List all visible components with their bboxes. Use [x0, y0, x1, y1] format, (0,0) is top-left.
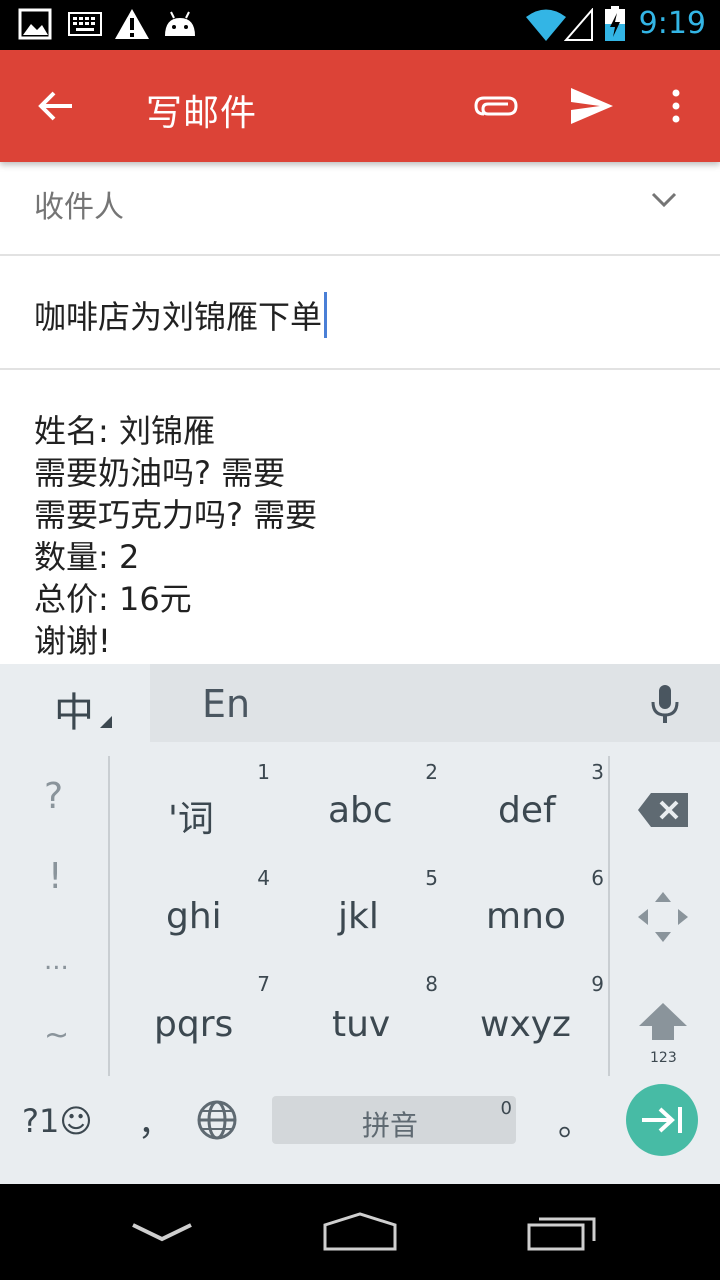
key-label: abc [328, 790, 393, 831]
divider [0, 368, 720, 370]
nav-recents-button[interactable] [518, 1202, 606, 1262]
tab-next-icon [642, 1107, 682, 1133]
key-number: 8 [425, 972, 438, 996]
android-debug-icon [165, 11, 195, 36]
keyboard-notification-icon [68, 12, 102, 36]
expand-recipients-button[interactable] [636, 176, 692, 224]
wifi-icon [526, 9, 566, 41]
recents-icon [527, 1217, 596, 1251]
key-number: 9 [591, 972, 604, 996]
body-line: 总价: 16元 [34, 580, 192, 618]
key-number: 2 [425, 760, 438, 784]
chevron-down-icon [651, 192, 677, 208]
status-clock: 9:19 [638, 6, 706, 41]
comma-key[interactable]: ， [138, 1096, 172, 1145]
backspace-key[interactable] [622, 780, 704, 840]
body-line: 需要奶油吗? 需要 [34, 454, 286, 492]
send-icon [571, 88, 613, 124]
enter-next-key[interactable] [626, 1084, 698, 1156]
key-label: mno [486, 896, 566, 937]
body-line: 谢谢! [34, 622, 111, 660]
home-icon [323, 1212, 397, 1251]
warning-icon [115, 9, 149, 39]
key-number: 3 [591, 760, 604, 784]
key-number: 1 [257, 760, 270, 784]
more-vert-icon [672, 89, 680, 123]
nav-back-button[interactable] [120, 1206, 204, 1258]
symbol-key-tilde[interactable]: ~ [44, 1018, 69, 1053]
symbols-emoji-key[interactable]: ?1☺ [22, 1102, 93, 1140]
chinese-mode-tab[interactable]: 中 [0, 664, 150, 742]
symbol-key-ellipsis[interactable]: ... [44, 946, 69, 976]
corner-triangle-icon [100, 716, 112, 728]
key-number: 7 [257, 972, 270, 996]
key-label: def [498, 790, 556, 831]
symbol-key-question[interactable]: ? [44, 776, 63, 817]
key-label: jkl [338, 896, 379, 937]
microphone-icon [651, 685, 679, 723]
key-9[interactable]: 9 wxyz [442, 968, 608, 1074]
signal-icon [564, 8, 593, 41]
attach-button[interactable] [466, 76, 526, 136]
subject-field[interactable]: 咖啡店为刘锦雁下单 [34, 292, 328, 338]
key-label: '词 [168, 799, 214, 840]
key-6[interactable]: 6 mno [442, 862, 608, 968]
status-bar: 9:19 [0, 0, 720, 50]
key-1[interactable]: 1 '词 [110, 756, 276, 862]
battery-charging-icon [605, 6, 625, 41]
message-body[interactable]: 姓名: 刘锦雁 需要奶油吗? 需要 需要巧克力吗? 需要 数量: 2 总价: 1… [34, 410, 317, 662]
shift-key-label: 123 [650, 1050, 677, 1066]
paperclip-icon [474, 96, 518, 116]
key-8[interactable]: 8 tuv [276, 968, 442, 1074]
period-key[interactable]: 。 [558, 1096, 592, 1145]
body-line: 数量: 2 [34, 538, 140, 576]
page-title: 写邮件 [146, 93, 258, 134]
send-button[interactable] [562, 76, 622, 136]
back-button[interactable] [26, 76, 86, 136]
space-key[interactable]: 拼音 0 [272, 1096, 516, 1144]
key-3[interactable]: 3 def [442, 756, 608, 862]
key-label: wxyz [480, 1004, 571, 1045]
voice-input-button[interactable] [636, 676, 694, 732]
arrow-back-icon [38, 91, 72, 121]
shift-arrow-icon [639, 1003, 687, 1040]
overflow-menu-button[interactable] [646, 76, 706, 136]
body-line: 需要巧克力吗? 需要 [34, 496, 318, 534]
nav-home-button[interactable] [316, 1202, 404, 1262]
backspace-icon [638, 793, 688, 827]
key-number: 4 [257, 866, 270, 890]
hide-keyboard-icon [132, 1223, 192, 1242]
chinese-mode-label: 中 [54, 690, 94, 736]
divider [0, 254, 720, 256]
direction-arrows-icon [638, 892, 688, 942]
key-5[interactable]: 5 jkl [276, 862, 442, 968]
key-number: 6 [591, 866, 604, 890]
key-2[interactable]: 2 abc [276, 756, 442, 862]
text-cursor [324, 292, 328, 338]
space-key-number: 0 [500, 1098, 512, 1119]
gallery-notification-icon [18, 8, 52, 40]
subject-text: 咖啡店为刘锦雁下单 [34, 298, 323, 336]
english-mode-label: En [202, 682, 251, 726]
body-line: 姓名: 刘锦雁 [34, 412, 215, 450]
english-mode-tab[interactable]: En [150, 664, 720, 742]
key-label: tuv [332, 1004, 391, 1045]
divider [608, 756, 610, 1076]
language-switch-key[interactable] [188, 1094, 246, 1146]
symbol-key-exclaim[interactable]: ! [48, 856, 62, 897]
key-label: ghi [166, 896, 222, 937]
to-label: 收件人 [34, 190, 124, 225]
shift-key[interactable]: 123 [622, 994, 704, 1074]
key-label: pqrs [154, 1004, 234, 1045]
soft-keyboard: 中 En ? ! ... ~ 1 '词 2 abc 3 def 4 ghi 5 [0, 664, 720, 1184]
navigation-bar [0, 1184, 720, 1280]
cursor-move-key[interactable] [622, 882, 704, 952]
key-number: 5 [425, 866, 438, 890]
app-bar: 写邮件 [0, 50, 720, 162]
key-7[interactable]: 7 pqrs [110, 968, 276, 1074]
key-4[interactable]: 4 ghi [110, 862, 276, 968]
globe-icon [197, 1100, 237, 1140]
space-key-label: 拼音 [362, 1109, 419, 1142]
